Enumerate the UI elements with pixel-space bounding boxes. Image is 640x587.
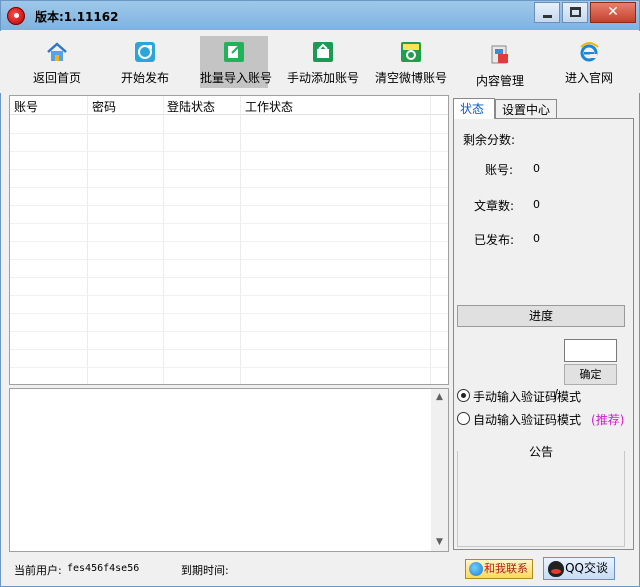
qq-penguin-icon [548,561,564,577]
table-row [10,367,448,368]
table-row [10,295,448,296]
side-panel: 状态 设置中心 剩余分数: 账号: 0 文章数: 0 已发布: 0 进度 确定 … [451,95,636,553]
published-count-label: 已发布: [474,233,515,247]
app-logo-icon [7,7,25,25]
refresh-icon [135,42,155,62]
column-header-login-status[interactable]: 登陆状态 [167,98,215,115]
tab-status[interactable]: 状态 [453,98,495,119]
notice-title: 公告 [521,443,561,460]
table-row [10,241,448,242]
import-icon [224,42,244,62]
clear-weibo-accounts-button[interactable]: 清空微博账号 [374,36,448,88]
maximize-icon [570,7,581,17]
published-count-value: 0 [533,232,540,245]
manual-add-account-button[interactable]: 手动添加账号 [286,36,360,88]
notice-box: 公告 [457,443,625,547]
title-bar: 版本:1.11162 ✕ [0,0,640,30]
current-user-label: 当前用户: [14,564,62,577]
recommend-badge: (推荐) [591,413,625,427]
qq-chat-label: QQ交谈 [565,561,608,575]
captcha-input[interactable] [564,339,617,362]
table-row [10,313,448,314]
table-row [10,349,448,350]
contact-icon [469,562,483,576]
account-count-label: 账号: [485,163,514,177]
current-user-value: fes456f4se56 [67,563,140,574]
table-row [10,151,448,152]
auto-captcha-radio[interactable] [457,412,470,425]
close-icon: ✕ [607,4,619,20]
table-row [10,277,448,278]
table-row [10,205,448,206]
start-publish-label: 开始发布 [120,71,169,85]
home-button[interactable]: 返回首页 [22,36,92,88]
log-scrollbar[interactable]: ▲ ▼ [431,389,448,551]
article-count-label: 文章数: [474,199,515,213]
account-count-value: 0 [533,162,540,175]
add-account-icon [313,42,333,62]
column-header-password[interactable]: 密码 [92,98,116,115]
log-textarea[interactable]: ▲ ▼ [9,388,449,552]
batch-import-label: 批量导入账号 [200,71,273,85]
table-row [10,259,448,260]
table-row [10,187,448,188]
official-site-label: 进入官网 [564,71,613,85]
home-button-label: 返回首页 [32,71,81,85]
close-button[interactable]: ✕ [590,2,636,23]
scroll-up-icon[interactable]: ▲ [431,389,448,406]
qq-chat-button[interactable]: QQ交谈 [543,557,615,580]
manual-captcha-radio[interactable] [457,389,470,402]
minimize-icon [543,15,552,18]
batch-import-button[interactable]: 批量导入账号 [200,36,273,88]
confirm-button[interactable]: 确定 [564,364,617,385]
tab-settings-center[interactable]: 设置中心 [495,99,557,118]
home-icon [47,42,67,61]
official-site-button[interactable]: 进入官网 [560,36,618,88]
table-row [10,133,448,134]
manual-add-account-label: 手动添加账号 [286,71,359,85]
table-row [10,169,448,170]
remaining-points-label: 剩余分数: [463,133,516,147]
start-publish-button[interactable]: 开始发布 [114,36,176,88]
table-header: 账号 密码 登陆状态 工作状态 [10,96,448,115]
expire-time-label: 到期时间: [181,564,229,577]
toolbar: 返回首页 开始发布 批量导入账号 手动添加账号 清空微博账号 内容管理 进入官网 [0,31,640,93]
manual-captcha-label: 手动输入验证码模式 [473,390,582,404]
window-title: 版本:1.11162 [35,10,119,24]
table-row [10,331,448,332]
auto-captcha-text: 自动输入验证码模式 [473,413,582,427]
table-row [10,223,448,224]
content-management-label: 内容管理 [475,74,524,88]
maximize-button[interactable] [562,2,588,23]
clear-weibo-accounts-label: 清空微博账号 [374,71,447,85]
content-icon [491,45,508,64]
status-bar: 当前用户: fes456f4se56 到期时间: 和我联系 QQ交谈 [1,556,639,586]
scroll-down-icon[interactable]: ▼ [431,534,448,551]
recycle-icon [401,42,421,62]
content-management-button[interactable]: 内容管理 [470,39,530,91]
contact-me-button[interactable]: 和我联系 [465,559,533,579]
auto-captcha-label: 自动输入验证码模式 (推荐) [473,411,624,428]
progress-bar: 进度 [457,305,625,327]
column-header-account[interactable]: 账号 [14,98,38,115]
ie-icon [580,42,599,62]
column-header-work-status[interactable]: 工作状态 [245,98,293,115]
article-count-value: 0 [533,198,540,211]
minimize-button[interactable] [534,2,560,23]
contact-me-label: 和我联系 [484,562,528,575]
account-table[interactable]: 账号 密码 登陆状态 工作状态 [9,95,449,385]
status-tab-body: 剩余分数: 账号: 0 文章数: 0 已发布: 0 进度 确定 / 手动输入验证… [453,118,634,550]
